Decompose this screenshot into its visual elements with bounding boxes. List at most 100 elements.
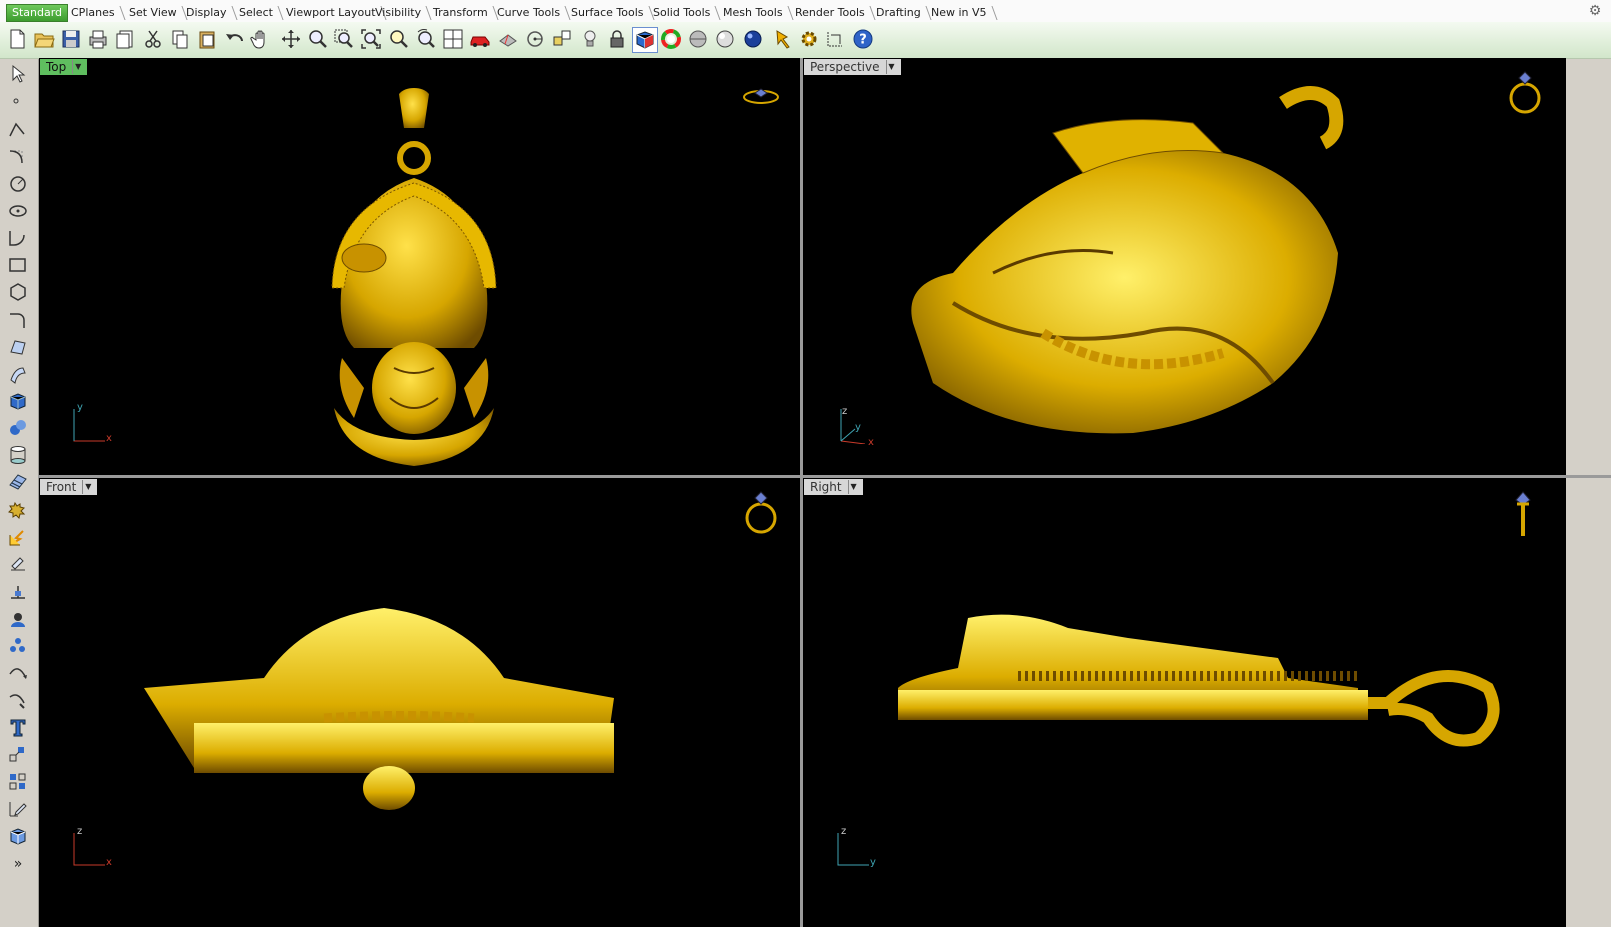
transform-array-icon[interactable]: [6, 743, 30, 767]
import-icon[interactable]: [113, 27, 137, 51]
viewport-menu-dropdown-icon[interactable]: ▼: [72, 60, 83, 74]
material-sphere-icon[interactable]: [713, 27, 737, 51]
ring-navigator-icon[interactable]: [1505, 68, 1545, 116]
color-wheel-icon[interactable]: [659, 27, 683, 51]
copy-icon[interactable]: [168, 27, 192, 51]
cut-icon[interactable]: [141, 27, 165, 51]
text-icon[interactable]: [6, 715, 30, 739]
select-arrow-icon[interactable]: [6, 62, 30, 86]
tab-select[interactable]: Select: [234, 5, 284, 21]
array-icon[interactable]: [6, 770, 30, 794]
viewport-title-right[interactable]: Right ▼: [804, 479, 863, 495]
viewport-perspective[interactable]: Perspective ▼ z y x: [803, 58, 1566, 475]
curve-tools-icon[interactable]: [6, 688, 30, 712]
shaded-viewport-icon[interactable]: [632, 27, 658, 53]
gear-options-icon[interactable]: [797, 27, 821, 51]
pendant-model-right-view[interactable]: [898, 598, 1508, 758]
curve-from-objects-icon[interactable]: [6, 661, 30, 685]
rotate-view-icon[interactable]: [414, 27, 438, 51]
extrude-surface-icon[interactable]: [6, 362, 30, 386]
analyze-tool-icon[interactable]: [6, 553, 30, 577]
tab-solid-tools[interactable]: Solid Tools: [648, 5, 721, 21]
polygon-icon[interactable]: [6, 280, 30, 304]
tab-transform[interactable]: Transform: [428, 5, 499, 21]
ring-navigator-icon[interactable]: [741, 84, 781, 108]
fillet-curve-icon[interactable]: [6, 308, 30, 332]
polyline-icon[interactable]: [6, 118, 30, 142]
new-file-icon[interactable]: [5, 27, 29, 51]
tab-surface-tools[interactable]: Surface Tools: [566, 5, 655, 21]
solid-box-icon[interactable]: [6, 389, 30, 413]
tab-cplanes[interactable]: CPlanes: [66, 5, 126, 21]
dimensions-icon[interactable]: [6, 797, 30, 821]
toolbar-tabs: Standard CPlanes Set View Display Select…: [0, 0, 1611, 23]
tab-drafting[interactable]: Drafting: [871, 5, 932, 21]
viewport-menu-dropdown-icon[interactable]: ▼: [885, 60, 897, 74]
offset-icon[interactable]: [6, 580, 30, 604]
ring-navigator-icon[interactable]: [741, 488, 781, 536]
hide-objects-icon[interactable]: [496, 27, 520, 51]
help-icon[interactable]: ?: [851, 27, 875, 51]
snap-icon[interactable]: [550, 27, 574, 51]
cylinder-mesh-icon[interactable]: [6, 443, 30, 467]
zoom-window-icon[interactable]: [332, 27, 356, 51]
viewport-front[interactable]: Front ▼ z x: [39, 478, 800, 927]
lock-icon[interactable]: [605, 27, 629, 51]
tab-new-in-v5[interactable]: New in V5: [926, 5, 998, 21]
pan-hand-icon[interactable]: [249, 27, 273, 51]
tab-display[interactable]: Display: [181, 5, 238, 21]
circle-point-icon[interactable]: [523, 27, 547, 51]
move-view-icon[interactable]: [279, 27, 303, 51]
viewport-title-front[interactable]: Front ▼: [40, 479, 98, 495]
gear-icon[interactable]: ⚙: [1587, 3, 1603, 19]
axis-label-x: x: [106, 433, 112, 444]
render-preview-icon[interactable]: [686, 27, 710, 51]
explode-icon[interactable]: [6, 498, 30, 522]
arc-icon[interactable]: [6, 226, 30, 250]
circle-icon[interactable]: [6, 172, 30, 196]
viewport-right[interactable]: Right ▼ z y: [803, 478, 1566, 927]
car-properties-icon[interactable]: [468, 27, 492, 51]
viewport-title-top[interactable]: Top ▼: [40, 59, 88, 75]
open-folder-icon[interactable]: [32, 27, 56, 51]
four-viewports-icon[interactable]: [441, 27, 465, 51]
paste-icon[interactable]: [195, 27, 219, 51]
rectangle-icon[interactable]: [6, 253, 30, 277]
boolean-solids-icon[interactable]: [6, 416, 30, 440]
viewport-menu-dropdown-icon[interactable]: ▼: [847, 480, 859, 494]
tab-render-tools[interactable]: Render Tools: [790, 5, 876, 21]
ring-navigator-icon[interactable]: [1511, 488, 1535, 540]
pendant-model-front-view[interactable]: [144, 598, 624, 818]
boolean-union-icon[interactable]: [6, 607, 30, 631]
mesh-plane-icon[interactable]: [6, 470, 30, 494]
zoom-extents-icon[interactable]: [359, 27, 383, 51]
dimension-icon[interactable]: [824, 27, 848, 51]
transform-move-icon[interactable]: [6, 526, 30, 550]
print-icon[interactable]: [86, 27, 110, 51]
blue-sphere-icon[interactable]: [741, 27, 765, 51]
more-tools-icon[interactable]: »: [6, 852, 30, 876]
viewport-top[interactable]: Top ▼ y x: [39, 58, 800, 475]
tab-mesh-tools[interactable]: Mesh Tools: [718, 5, 794, 21]
pendant-model-perspective-view[interactable]: [893, 83, 1353, 443]
save-icon[interactable]: [59, 27, 83, 51]
tab-standard[interactable]: Standard: [6, 4, 69, 22]
tab-set-view[interactable]: Set View: [124, 5, 188, 21]
zoom-selected-icon[interactable]: [387, 27, 411, 51]
viewport-menu-dropdown-icon[interactable]: ▼: [82, 480, 93, 494]
view-cube-icon[interactable]: [6, 824, 30, 848]
light-bulb-icon[interactable]: [578, 27, 602, 51]
viewport-title-perspective[interactable]: Perspective ▼: [804, 59, 901, 75]
group-icon[interactable]: [6, 634, 30, 658]
zoom-dynamic-icon[interactable]: [306, 27, 330, 51]
curve-cv-icon[interactable]: [6, 145, 30, 169]
point-icon[interactable]: [6, 90, 30, 114]
surface-patch-icon[interactable]: [6, 335, 30, 359]
tab-visibility[interactable]: Visibility: [370, 5, 432, 21]
pointer-pin-icon[interactable]: [772, 27, 796, 51]
undo-icon[interactable]: [223, 27, 247, 51]
tab-curve-tools[interactable]: Curve Tools: [492, 5, 571, 21]
pendant-model-top-view[interactable]: [294, 88, 534, 468]
tab-viewport-layout[interactable]: Viewport Layout: [281, 5, 387, 21]
ellipse-icon[interactable]: [6, 199, 30, 223]
